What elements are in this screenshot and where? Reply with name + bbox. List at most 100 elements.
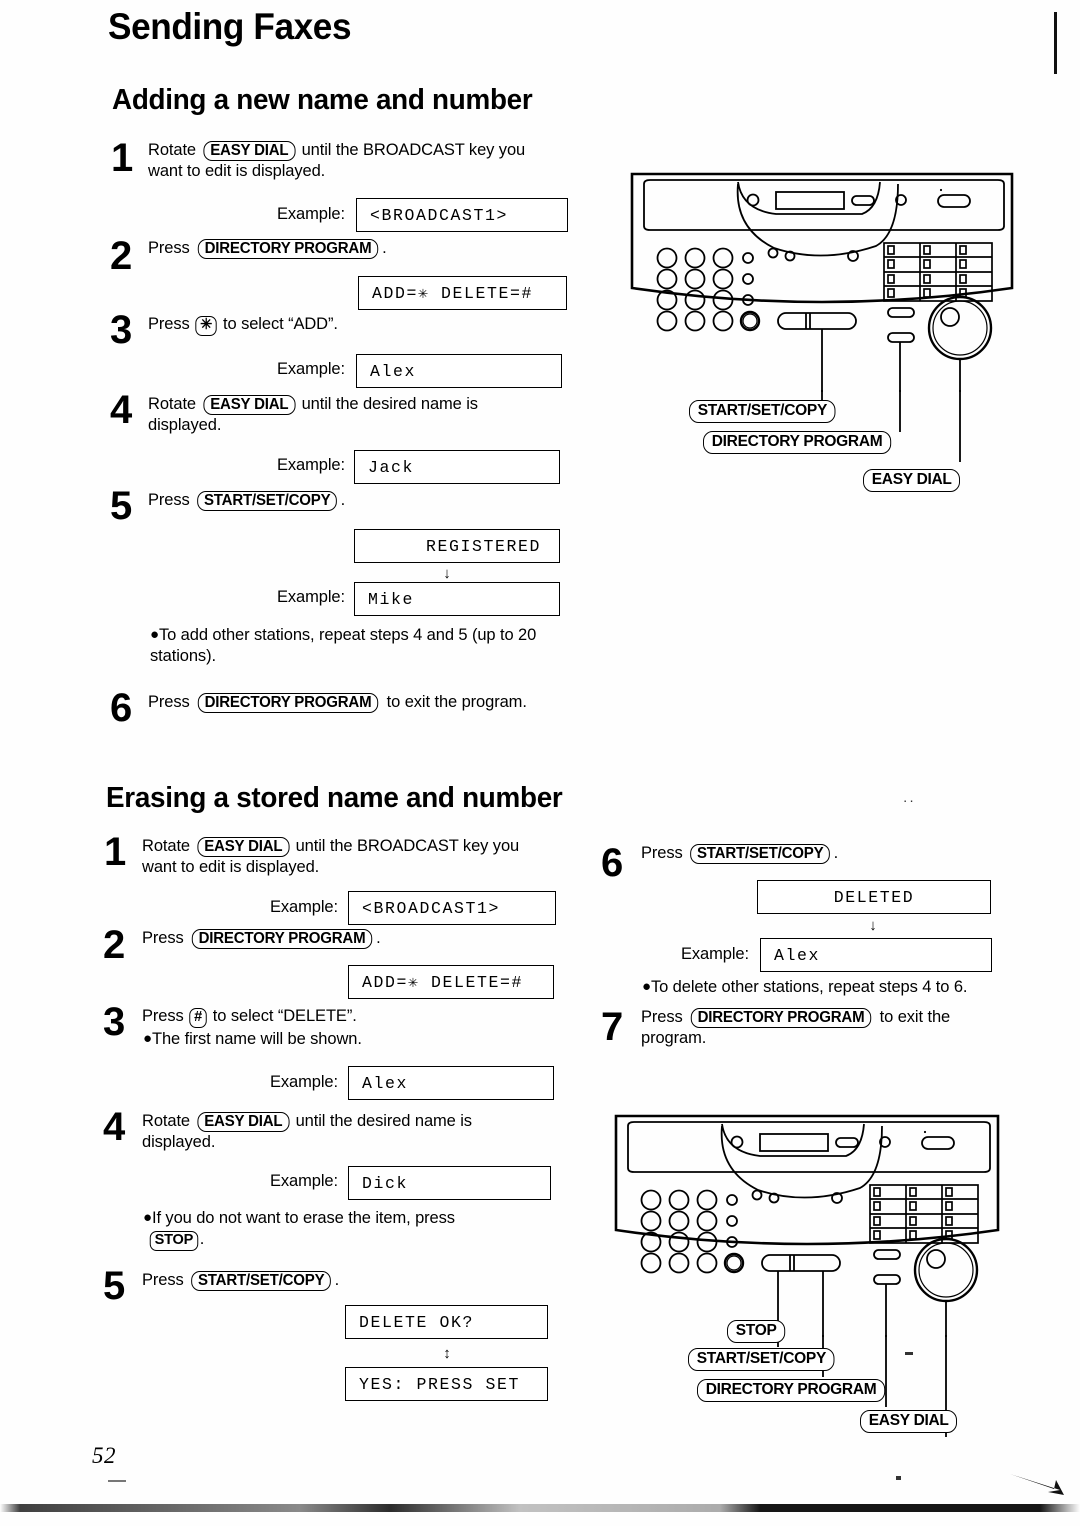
step-text-before: Rotate (142, 1112, 195, 1130)
step-text-e3: Press # to select “DELETE”. (142, 1006, 552, 1028)
scan-artifact-line (108, 1480, 126, 1482)
step-number-e2: 2 (103, 923, 125, 967)
key-directory-program[interactable]: DIRECTORY PROGRAM (197, 693, 379, 714)
page-number: 52 (92, 1443, 116, 1468)
lcd-alex-2: Alex (348, 1066, 554, 1100)
step-text-5: Press START/SET/COPY. (148, 490, 548, 512)
scan-corner-arrow-icon (1010, 1474, 1064, 1495)
step-number-5: 5 (110, 484, 132, 528)
callout-directory-program-bottom: DIRECTORY PROGRAM (697, 1379, 886, 1402)
key-directory-program[interactable]: DIRECTORY PROGRAM (197, 239, 379, 260)
step-text-before: Press (148, 239, 195, 257)
step-text-before: Press (142, 929, 189, 947)
step-text-3: Press ✳ to select “ADD”. (148, 314, 558, 336)
key-directory-program[interactable]: DIRECTORY PROGRAM (191, 929, 373, 950)
scan-edge-smudge (0, 1504, 1080, 1512)
lcd-broadcast-1: <BROADCAST1> (356, 198, 568, 232)
step-text-2: Press DIRECTORY PROGRAM. (148, 238, 558, 260)
step-text-before: Press (142, 1007, 189, 1025)
bullet-dot-icon: ● (642, 978, 651, 995)
key-directory-program[interactable]: DIRECTORY PROGRAM (690, 1008, 872, 1029)
step-number-e3: 3 (103, 1000, 125, 1044)
step-number-e1: 1 (104, 830, 126, 874)
lcd-yes-press-set: YES: PRESS SET (345, 1367, 548, 1401)
step-text-before: Press (148, 693, 195, 711)
step-number-e7: 7 (601, 1005, 623, 1049)
key-easy-dial[interactable]: EASY DIAL (202, 141, 295, 162)
step-number-6: 6 (110, 686, 132, 730)
key-start-set-copy[interactable]: START/SET/COPY (191, 1271, 332, 1292)
step-number-e5: 5 (103, 1264, 125, 1308)
step-text-e5: Press START/SET/COPY. (142, 1270, 542, 1292)
example-label: Example: (270, 898, 338, 916)
step-text-before: Rotate (148, 395, 201, 413)
key-hash[interactable]: # (189, 1008, 208, 1028)
note-delete-other-stations: ●To delete other stations, repeat steps … (642, 978, 968, 996)
section-heading-adding: Adding a new name and number (112, 84, 533, 116)
period: . (199, 1230, 205, 1249)
section-heading-erasing: Erasing a stored name and number (106, 782, 563, 814)
lcd-registered: REGISTERED (354, 529, 560, 563)
page-title: Sending Faxes (108, 6, 352, 47)
manual-page: Sending Faxes Adding a new name and numb… (0, 0, 1080, 1526)
key-start-set-copy[interactable]: START/SET/COPY (690, 844, 831, 865)
example-label: Example: (270, 1073, 338, 1091)
key-easy-dial[interactable]: EASY DIAL (196, 1112, 289, 1133)
note-add-other-stations: ●To add other stations, repeat steps 4 a… (150, 626, 537, 666)
lcd-alex-3: Alex (760, 938, 992, 972)
example-label: Example: (277, 588, 345, 606)
callout-easy-dial-bottom: EASY DIAL (860, 1410, 958, 1433)
step-number-2: 2 (110, 234, 132, 278)
step-text-before: Press (148, 315, 195, 333)
step-number-3: 3 (110, 308, 132, 352)
step-text-after: . (340, 491, 346, 509)
example-label: Example: (277, 360, 345, 378)
callout-start-set-copy-top: START/SET/COPY (689, 400, 836, 423)
key-easy-dial[interactable]: EASY DIAL (202, 395, 295, 416)
step-number-e6: 6 (601, 841, 623, 885)
lcd-add-delete-2: ADD=✳ DELETE=# (348, 965, 554, 999)
step-text-after: to exit the program. (382, 693, 527, 711)
step-text-before: Press (641, 844, 688, 862)
lcd-add-delete-1: ADD=✳ DELETE=# (358, 276, 567, 310)
step-text-e1: Rotate EASY DIAL until the BROADCAST key… (142, 836, 542, 879)
lcd-mike: Mike (354, 582, 560, 616)
key-asterisk[interactable]: ✳ (195, 316, 218, 336)
lcd-jack: Jack (354, 450, 560, 484)
key-start-set-copy[interactable]: START/SET/COPY (197, 491, 338, 512)
lcd-alex-1: Alex (356, 354, 562, 388)
step-text-e4: Rotate EASY DIAL until the desired name … (142, 1111, 542, 1154)
example-label: Example: (270, 1172, 338, 1190)
step-text-before: Press (142, 1271, 189, 1289)
arrow-down-icon: ↓ (443, 565, 451, 582)
step-text-before: Press (148, 491, 195, 509)
callout-easy-dial-top: EASY DIAL (863, 469, 961, 492)
step-number-e4: 4 (103, 1105, 125, 1149)
bullet-dot-icon: ● (143, 1030, 152, 1047)
step-text-after: to select “ADD”. (218, 315, 338, 333)
step-text-after: . (382, 239, 387, 257)
step-text-before: Press (641, 1008, 688, 1026)
step-text-before: Rotate (142, 837, 195, 855)
step-text-after: . (376, 929, 381, 947)
lcd-broadcast-2: <BROADCAST1> (348, 891, 556, 925)
callout-start-set-copy-bottom: START/SET/COPY (688, 1348, 835, 1371)
step-text-4: Rotate EASY DIAL until the desired name … (148, 394, 548, 437)
step-text-after: . (334, 1271, 340, 1289)
key-stop[interactable]: STOP (149, 1231, 199, 1252)
key-easy-dial[interactable]: EASY DIAL (196, 837, 289, 858)
step-text-e2: Press DIRECTORY PROGRAM. (142, 928, 552, 950)
lcd-dick: Dick (348, 1166, 551, 1200)
step-text-after: . (833, 844, 839, 862)
scan-artifact-dot (905, 1352, 913, 1355)
callout-stop-bottom: STOP (727, 1320, 786, 1343)
fax-machine-diagram-top (630, 172, 1014, 392)
step-text-1: Rotate EASY DIAL until the BROADCAST key… (148, 140, 548, 183)
note-first-name-shown: ●The first name will be shown. (143, 1030, 362, 1048)
example-label: Example: (277, 205, 345, 223)
note-stop-to-cancel: ●If you do not want to erase the item, p… (143, 1208, 543, 1252)
step-text-6: Press DIRECTORY PROGRAM to exit the prog… (148, 692, 548, 714)
step-text-after: to select “DELETE”. (208, 1007, 357, 1025)
arrow-up-down-icon: ↕ (443, 1345, 451, 1362)
arrow-down-icon: ↓ (869, 917, 877, 934)
